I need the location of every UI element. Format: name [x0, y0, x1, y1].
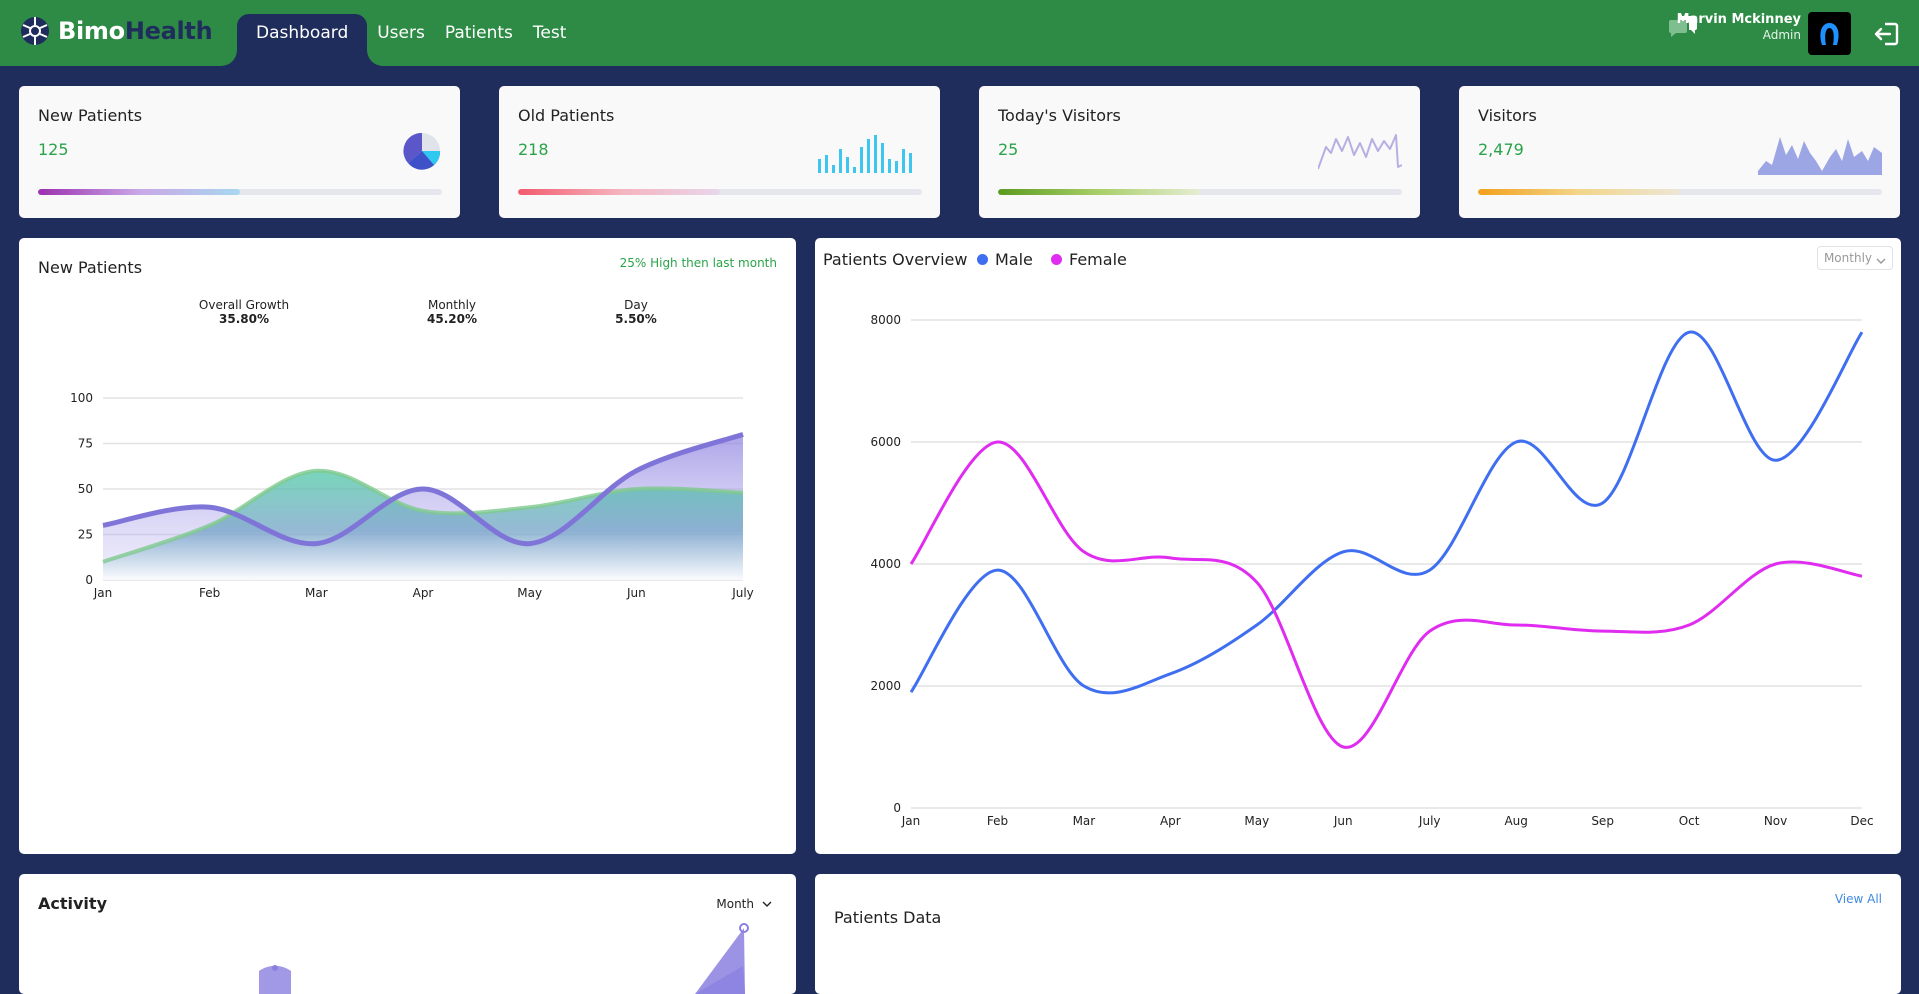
main-nav: Dashboard Users Patients Test [237, 0, 576, 66]
progress-bar [38, 189, 442, 195]
nav-tab-patients[interactable]: Patients [435, 0, 523, 66]
stat-title: New Patients [38, 106, 143, 125]
progress-bar [518, 189, 922, 195]
x-tick-label: Jan [901, 814, 921, 828]
avatar[interactable] [1808, 12, 1851, 55]
x-tick-label: Jan [93, 586, 113, 600]
stat-title: Today's Visitors [998, 106, 1121, 125]
progress-fill [518, 189, 720, 195]
user-name: Marvin Mckinney [1676, 12, 1801, 27]
progress-bar [998, 189, 1402, 195]
brain-logo-icon [21, 17, 49, 45]
y-tick-label: 4000 [870, 557, 901, 571]
x-tick-label: Apr [413, 586, 434, 600]
x-tick-label: Jun [1333, 814, 1353, 828]
growth-overall: Overall Growth 35.80% [179, 298, 309, 326]
user-avatar-icon [1820, 23, 1839, 45]
panel-title: New Patients [38, 258, 143, 277]
x-tick-label: Sep [1591, 814, 1614, 828]
progress-bar [1478, 189, 1882, 195]
series-line-female [909, 440, 1863, 749]
x-tick-label: May [517, 586, 542, 600]
stat-card-todays-visitors: Today's Visitors 25 [979, 86, 1420, 218]
logo-text-part2: Health [124, 17, 213, 45]
y-tick-label: 2000 [870, 679, 901, 693]
panel-title: Patients Data [834, 908, 942, 927]
stat-value: 25 [998, 140, 1019, 159]
progress-fill [1478, 189, 1680, 195]
x-tick-label: May [1244, 814, 1269, 828]
growth-monthly: Monthly 45.20% [387, 298, 517, 326]
stat-area-mini [1758, 137, 1882, 175]
growth-value: 45.20% [427, 312, 477, 326]
x-tick-label: Feb [199, 586, 220, 600]
stat-bars-mini [818, 135, 912, 173]
stat-title: Visitors [1478, 106, 1537, 125]
stat-value: 2,479 [1478, 140, 1524, 159]
x-tick-label: July [731, 586, 754, 600]
stat-card-old-patients: Old Patients 218 [499, 86, 940, 218]
stat-value: 218 [518, 140, 549, 159]
growth-label: Overall Growth [198, 298, 290, 312]
growth-label: Monthly [427, 298, 477, 312]
activity-panel: Activity Month [19, 874, 796, 994]
user-area: Marvin Mckinney Admin [1619, 0, 1919, 66]
x-tick-label: Apr [1160, 814, 1181, 828]
x-tick-label: July [1418, 814, 1441, 828]
view-all-link[interactable]: View All [1835, 892, 1882, 906]
y-tick-label: 0 [85, 573, 93, 587]
stat-line-mini [1318, 134, 1402, 170]
progress-fill [38, 189, 240, 195]
y-tick-label: 75 [78, 437, 93, 451]
y-tick-label: 6000 [870, 435, 901, 449]
y-tick-label: 0 [893, 801, 901, 815]
y-tick-label: 100 [70, 391, 93, 405]
x-tick-label: Oct [1679, 814, 1700, 828]
new-patients-area-chart: 0 25 50 75 100 Jan Feb Mar Apr May Jun July [70, 391, 754, 600]
patients-overview-panel: Patients Overview Male Female Monthly 02… [815, 238, 1901, 854]
activity-chart-partial [259, 923, 749, 994]
growth-value: 5.50% [615, 312, 657, 326]
patients-data-panel: Patients Data View All [815, 874, 1901, 994]
stat-card-visitors: Visitors 2,479 [1459, 86, 1900, 218]
new-patients-panel: New Patients 25% High then last month Ov… [19, 238, 796, 854]
logout-icon[interactable] [1873, 20, 1901, 48]
x-tick-label: Jun [626, 586, 646, 600]
progress-fill [998, 189, 1200, 195]
y-tick-label: 25 [78, 528, 93, 542]
nav-tab-dashboard[interactable]: Dashboard [237, 14, 368, 66]
user-role: Admin [1762, 28, 1801, 42]
stat-value: 125 [38, 140, 69, 159]
stat-card-new-patients: New Patients 125 [19, 86, 460, 218]
y-tick-label: 50 [78, 482, 93, 496]
top-navbar: BimoHealth Dashboard Users Patients Test… [0, 0, 1919, 66]
x-tick-label: Aug [1504, 814, 1527, 828]
x-tick-label: Mar [1073, 814, 1096, 828]
stat-title: Old Patients [518, 106, 615, 125]
growth-value: 35.80% [219, 312, 269, 326]
patients-overview-line-chart: 0 2000 4000 6000 8000 Jan Feb Mar Apr May Jun July A… [870, 313, 1873, 828]
growth-note: 25% High then last month [619, 256, 777, 270]
x-tick-label: Mar [305, 586, 328, 600]
x-tick-label: Feb [987, 814, 1008, 828]
y-tick-label: 8000 [870, 313, 901, 327]
brand-logo[interactable]: BimoHealth [18, 14, 213, 48]
logo-text-part1: Bimo [58, 17, 125, 45]
growth-day: Day 5.50% [571, 298, 701, 326]
stat-pie-mini [403, 132, 441, 170]
nav-tab-test[interactable]: Test [523, 0, 576, 66]
x-tick-label: Dec [1850, 814, 1873, 828]
growth-label: Day [624, 298, 648, 312]
x-tick-label: Nov [1764, 814, 1787, 828]
